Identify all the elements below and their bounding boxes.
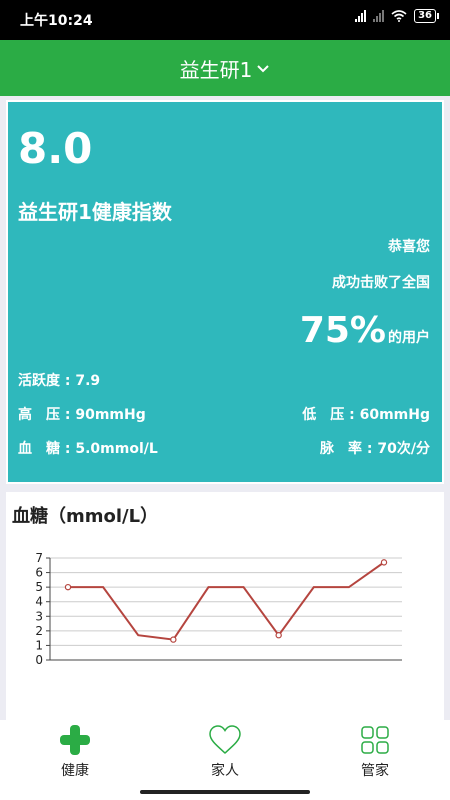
signal-2-icon	[373, 10, 385, 22]
profile-selector[interactable]: 益生研1	[180, 54, 271, 83]
health-index-card: 8.0 益生研1健康指数 恭喜您 成功击败了全国 75% 的用户 活跃度 : 7…	[6, 100, 444, 484]
congrats-text: 恭喜您	[388, 239, 430, 255]
percent-value: 75%	[299, 310, 386, 351]
nav-item-health[interactable]: 健康	[15, 724, 135, 780]
blood-sugar-metric: 血 糖 : 5.0mmol/L	[18, 441, 158, 457]
battery-icon: 36	[414, 9, 439, 23]
percent-row: 75% 的用户	[300, 310, 430, 351]
y-tick-label: 2	[35, 624, 43, 638]
nav-label-butler: 管家	[361, 763, 389, 779]
nav-label-health: 健康	[61, 763, 89, 779]
status-icons: 36	[355, 9, 439, 23]
status-bar: 上午10:24 36	[0, 0, 450, 40]
data-point	[64, 583, 72, 591]
y-tick-label: 1	[35, 638, 43, 652]
heart-outline-icon	[209, 725, 241, 755]
health-score: 8.0	[18, 124, 93, 173]
header-title: 益生研1	[179, 57, 253, 82]
chart-title: 血糖（mmol/L）	[12, 506, 159, 527]
nav-item-butler[interactable]: 管家	[315, 724, 435, 780]
health-index-title: 益生研1健康指数	[18, 200, 172, 224]
status-time: 上午10:24	[20, 13, 93, 29]
data-point	[380, 559, 388, 566]
home-indicator[interactable]	[140, 790, 310, 794]
blood-sugar-chart: 01234567	[35, 551, 402, 667]
nav-item-family[interactable]: 家人	[165, 724, 285, 780]
blood-sugar-chart-card: 血糖（mmol/L） 01234567	[6, 492, 444, 724]
pulse-metric: 脉 率 : 70次/分	[320, 441, 430, 457]
nav-label-family: 家人	[211, 763, 239, 779]
low-pressure-metric: 低 压 : 60mmHg	[302, 407, 430, 423]
beat-text: 成功击败了全国	[332, 275, 430, 291]
high-pressure-metric: 高 压 : 90mmHg	[18, 407, 146, 423]
plus-icon	[60, 725, 90, 755]
data-point	[170, 636, 177, 643]
bottom-nav: 健康 家人 管家	[0, 720, 450, 800]
activity-metric: 活跃度 : 7.9	[18, 373, 101, 389]
data-point	[275, 632, 282, 639]
app-header: 益生研1	[0, 40, 450, 96]
chevron-down-icon	[257, 65, 270, 73]
y-tick-label: 7	[35, 551, 43, 565]
wifi-icon	[391, 10, 407, 22]
series-line	[68, 561, 385, 641]
grid-icon	[361, 726, 389, 754]
percent-suffix: 的用户	[388, 330, 430, 346]
y-tick-label: 3	[35, 609, 43, 623]
y-tick-label: 5	[35, 580, 43, 594]
y-tick-label: 0	[35, 653, 43, 667]
signal-icon	[355, 10, 367, 22]
y-tick-label: 4	[35, 595, 43, 609]
y-tick-label: 6	[35, 566, 43, 580]
